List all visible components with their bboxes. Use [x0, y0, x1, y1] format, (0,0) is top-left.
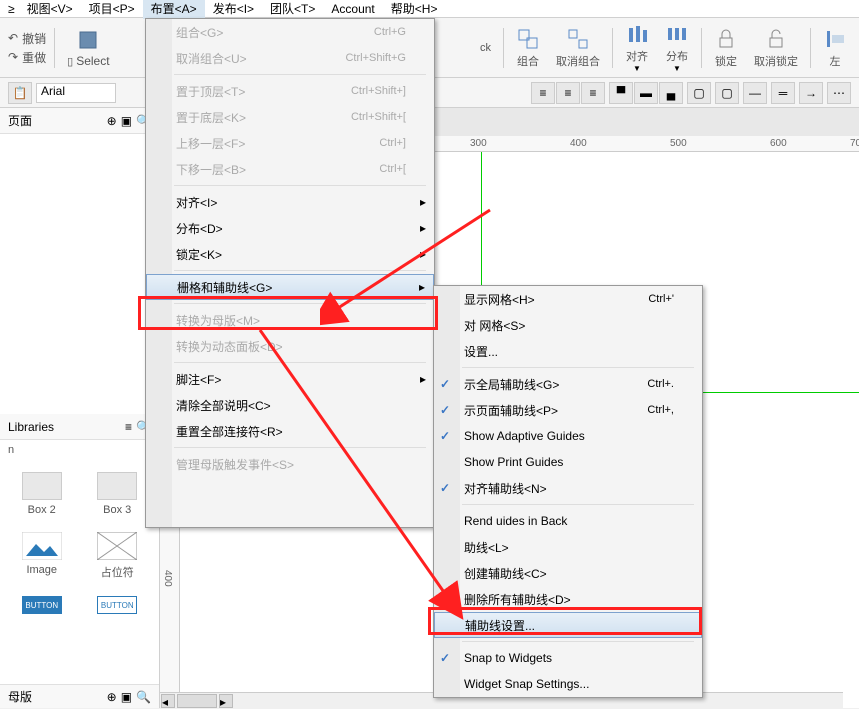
align-center-icon[interactable]: ≡ — [556, 82, 580, 104]
widget-image[interactable]: Image — [8, 528, 76, 584]
grid-guides-submenu: 显示网格<H>Ctrl+'对 网格<S> 设置... ✓ 示全局辅助线<G>Ctr… — [433, 285, 703, 698]
ruler-tick: 600 — [770, 138, 787, 149]
cut-label: ck — [480, 42, 491, 54]
menu-item: 转换为母版<M> — [146, 307, 434, 333]
submenu-item[interactable]: Widget Snap Settings... — [434, 671, 702, 697]
submenu-item[interactable]: ✓Snap to Widgets — [434, 645, 702, 671]
submenu-item[interactable]: Show Print Guides — [434, 449, 702, 475]
menu-arrange[interactable]: 布置<A> — [143, 0, 205, 19]
libraries-label: Libraries — [8, 420, 54, 434]
menu-item: 取消组合<U>Ctrl+Shift+G — [146, 45, 434, 71]
lib-menu-icon[interactable]: ≡ — [125, 420, 132, 434]
master-folder-icon[interactable]: ▣ — [121, 690, 132, 704]
fill-icon[interactable]: ▢ — [687, 82, 711, 104]
library-grid: Box 2 Box 3 Image 占位符 BUTTON BUTTON — [0, 460, 159, 626]
submenu-item[interactable]: 创建辅助线<C> — [434, 560, 702, 586]
border-icon[interactable]: ▢ — [715, 82, 739, 104]
submenu-item[interactable]: ✓ 示页面辅助线<P>Ctrl+, — [434, 397, 702, 423]
distribute-tool[interactable]: 分布▼ — [665, 22, 689, 73]
submenu-item[interactable]: ✓对齐辅助线<N> — [434, 475, 702, 501]
menu-item[interactable]: 锁定<K>▸ — [146, 241, 434, 267]
clipboard-icon[interactable]: 📋 — [8, 82, 32, 104]
valign-bot-icon[interactable]: ▄ — [659, 82, 683, 104]
menu-project[interactable]: 项目<P> — [81, 0, 143, 19]
submenu-item[interactable]: Rend uides in Back — [434, 508, 702, 534]
left-panel: 页面 ⊕ ▣ 🔍 Libraries ≡ 🔍 n Box 2 Box 3 Ima… — [0, 108, 160, 708]
add-page-icon[interactable]: ⊕ — [107, 114, 117, 128]
page-tab-label: 页面 — [8, 112, 32, 129]
submenu-item[interactable]: 助线<L> — [434, 534, 702, 560]
menu-help[interactable]: 帮助<H> — [383, 0, 446, 19]
lock-tool[interactable]: 锁定 — [714, 27, 738, 69]
arrow-icon[interactable]: → — [799, 82, 823, 104]
submenu-item[interactable]: 显示网格<H>Ctrl+' — [434, 286, 702, 312]
align-right-icon[interactable]: ≡ — [581, 82, 605, 104]
menubar: ≥ 视图<V> 项目<P> 布置<A> 发布<I> 团队<T> Account … — [0, 0, 859, 18]
ruler-tick: 500 — [670, 138, 687, 149]
align-left-icon[interactable]: ≡ — [531, 82, 555, 104]
ruler-tick: 400 — [162, 570, 173, 587]
menu-item: 管理母版触发事件<S> — [146, 451, 434, 477]
submenu-item[interactable]: 删除所有辅助线<D> — [434, 586, 702, 612]
master-search-icon[interactable]: 🔍 — [136, 690, 151, 704]
ruler-tick: 300 — [470, 138, 487, 149]
select-tool[interactable]: ▯ Select — [67, 28, 109, 68]
submenu-item[interactable]: ✓Show Adaptive Guides — [434, 423, 702, 449]
redo-button[interactable]: ↷重做 — [8, 49, 46, 66]
menu-item[interactable]: 对齐<I>▸ — [146, 189, 434, 215]
menu-fragment: ≥ — [4, 0, 19, 18]
unlock-tool[interactable]: 取消锁定 — [754, 27, 798, 69]
more-icon[interactable]: ⋯ — [827, 82, 851, 104]
widget-placeholder[interactable]: 占位符 — [84, 528, 152, 584]
line-icon[interactable]: — — [743, 82, 767, 104]
menu-item: 转换为动态面板<D> — [146, 333, 434, 359]
menu-item[interactable]: 重置全部连接符<R> — [146, 418, 434, 444]
menu-item: 下移一层<B>Ctrl+[ — [146, 156, 434, 182]
undo-redo-group: ↶撤销 ↷重做 — [8, 30, 46, 66]
master-panel-footer: 母版 ⊕ ▣ 🔍 — [0, 684, 159, 708]
master-icons[interactable]: ⊕ ▣ 🔍 — [107, 690, 151, 704]
left-align-tool[interactable]: 左 — [823, 27, 847, 69]
align-tool[interactable]: 对齐▼ — [625, 22, 649, 73]
libraries-header: Libraries ≡ 🔍 — [0, 414, 159, 440]
menu-publish[interactable]: 发布<I> — [205, 0, 262, 19]
arrange-dropdown: 组合<G>Ctrl+G取消组合<U>Ctrl+Shift+G 置于顶层<T>Ctr… — [145, 18, 435, 528]
menu-team[interactable]: 团队<T> — [262, 0, 323, 19]
menu-view[interactable]: 视图<V> — [19, 0, 81, 19]
valign-mid-icon[interactable]: ▬ — [634, 82, 658, 104]
widget-button1[interactable]: BUTTON — [8, 592, 76, 618]
submenu-item[interactable]: ✓ 示全局辅助线<G>Ctrl+. — [434, 371, 702, 397]
add-master-icon[interactable]: ⊕ — [107, 690, 117, 704]
valign-top-icon[interactable]: ▀ — [609, 82, 633, 104]
ungroup-tool[interactable]: 取消组合 — [556, 27, 600, 69]
undo-button[interactable]: ↶撤销 — [8, 30, 46, 47]
add-folder-icon[interactable]: ▣ — [121, 114, 132, 128]
menu-item[interactable]: 清除全部说明<C> — [146, 392, 434, 418]
group-tool[interactable]: 组合 — [516, 27, 540, 69]
ruler-tick: 400 — [570, 138, 587, 149]
master-label: 母版 — [8, 688, 32, 705]
menu-item[interactable]: 分布<D>▸ — [146, 215, 434, 241]
menu-item: 上移一层<F>Ctrl+] — [146, 130, 434, 156]
ruler-tick: 700 — [850, 138, 859, 149]
weight-icon[interactable]: ═ — [771, 82, 795, 104]
menu-item: 组合<G>Ctrl+G — [146, 19, 434, 45]
submenu-item[interactable]: 对 网格<S> — [434, 312, 702, 338]
lib-category: n — [0, 440, 159, 460]
submenu-item[interactable]: 设置... — [434, 338, 702, 364]
page-panel-header: 页面 ⊕ ▣ 🔍 — [0, 108, 159, 134]
font-select[interactable]: Arial — [36, 83, 116, 103]
widget-button2[interactable]: BUTTON — [84, 592, 152, 618]
submenu-item[interactable]: 辅助线设置... — [434, 612, 702, 638]
menu-item: 置于顶层<T>Ctrl+Shift+] — [146, 78, 434, 104]
widget-box3[interactable]: Box 3 — [84, 468, 152, 520]
menu-item: 置于底层<K>Ctrl+Shift+[ — [146, 104, 434, 130]
menu-account[interactable]: Account — [323, 0, 382, 18]
menu-item[interactable]: 栅格和辅助线<G>▸ — [146, 274, 434, 300]
menu-item[interactable]: 脚注<F>▸ — [146, 366, 434, 392]
widget-box2[interactable]: Box 2 — [8, 468, 76, 520]
